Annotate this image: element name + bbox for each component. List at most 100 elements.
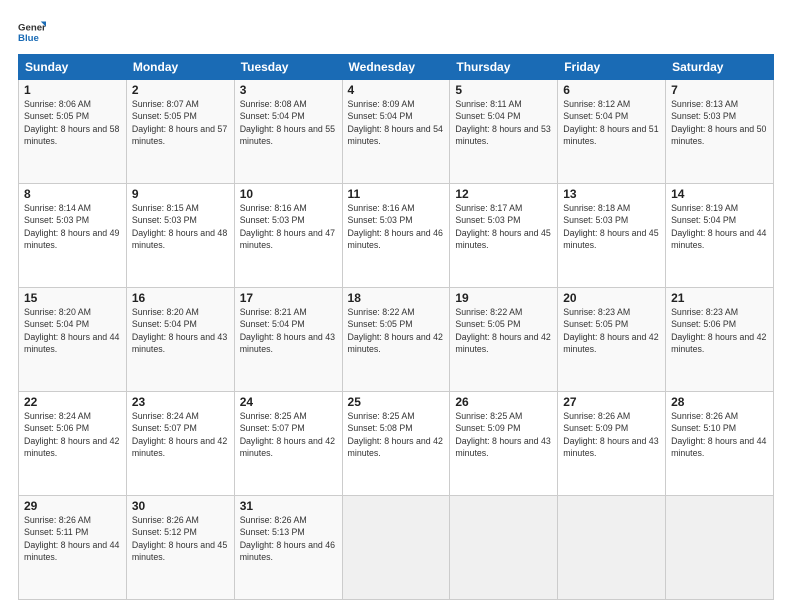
day-number: 19 (455, 291, 552, 305)
weekday-header-thursday: Thursday (450, 55, 558, 80)
calendar-cell: 17 Sunrise: 8:21 AMSunset: 5:04 PMDayligh… (234, 288, 342, 392)
day-info: Sunrise: 8:26 AMSunset: 5:09 PMDaylight:… (563, 411, 658, 458)
calendar-cell: 20 Sunrise: 8:23 AMSunset: 5:05 PMDayligh… (558, 288, 666, 392)
day-info: Sunrise: 8:23 AMSunset: 5:06 PMDaylight:… (671, 307, 766, 354)
calendar-cell: 16 Sunrise: 8:20 AMSunset: 5:04 PMDayligh… (126, 288, 234, 392)
day-number: 17 (240, 291, 337, 305)
day-info: Sunrise: 8:26 AMSunset: 5:11 PMDaylight:… (24, 515, 119, 562)
day-info: Sunrise: 8:24 AMSunset: 5:06 PMDaylight:… (24, 411, 119, 458)
weekday-header-wednesday: Wednesday (342, 55, 450, 80)
day-info: Sunrise: 8:19 AMSunset: 5:04 PMDaylight:… (671, 203, 766, 250)
day-info: Sunrise: 8:08 AMSunset: 5:04 PMDaylight:… (240, 99, 335, 146)
calendar-table: SundayMondayTuesdayWednesdayThursdayFrid… (18, 54, 774, 600)
calendar-cell: 24Sunrise: 8:25 AMSunset: 5:07 PMDayligh… (234, 392, 342, 496)
calendar-cell: 14 Sunrise: 8:19 AMSunset: 5:04 PMDayligh… (666, 184, 774, 288)
calendar-page: General Blue SundayMondayTuesdayWednesda… (0, 0, 792, 612)
day-info: Sunrise: 8:14 AMSunset: 5:03 PMDaylight:… (24, 203, 119, 250)
weekday-header-tuesday: Tuesday (234, 55, 342, 80)
day-info: Sunrise: 8:21 AMSunset: 5:04 PMDaylight:… (240, 307, 335, 354)
day-info: Sunrise: 8:26 AMSunset: 5:12 PMDaylight:… (132, 515, 227, 562)
day-number: 14 (671, 187, 768, 201)
day-info: Sunrise: 8:20 AMSunset: 5:04 PMDaylight:… (132, 307, 227, 354)
day-number: 12 (455, 187, 552, 201)
calendar-cell: 15 Sunrise: 8:20 AMSunset: 5:04 PMDayligh… (19, 288, 127, 392)
calendar-cell: 26 Sunrise: 8:25 AMSunset: 5:09 PMDayligh… (450, 392, 558, 496)
day-number: 6 (563, 83, 660, 97)
day-info: Sunrise: 8:25 AMSunset: 5:09 PMDaylight:… (455, 411, 550, 458)
day-number: 9 (132, 187, 229, 201)
day-number: 20 (563, 291, 660, 305)
calendar-cell: 29 Sunrise: 8:26 AMSunset: 5:11 PMDayligh… (19, 496, 127, 600)
day-info: Sunrise: 8:20 AMSunset: 5:04 PMDaylight:… (24, 307, 119, 354)
day-number: 15 (24, 291, 121, 305)
day-number: 29 (24, 499, 121, 513)
calendar-cell: 31 Sunrise: 8:26 AMSunset: 5:13 PMDayligh… (234, 496, 342, 600)
day-info: Sunrise: 8:26 AMSunset: 5:13 PMDaylight:… (240, 515, 335, 562)
day-number: 18 (348, 291, 445, 305)
day-info: Sunrise: 8:25 AMSunset: 5:07 PMDaylight:… (240, 411, 335, 458)
calendar-cell (450, 496, 558, 600)
header: General Blue (18, 18, 774, 46)
calendar-cell: 5 Sunrise: 8:11 AMSunset: 5:04 PMDaylight… (450, 80, 558, 184)
day-number: 27 (563, 395, 660, 409)
day-info: Sunrise: 8:15 AMSunset: 5:03 PMDaylight:… (132, 203, 227, 250)
day-info: Sunrise: 8:06 AMSunset: 5:05 PMDaylight:… (24, 99, 119, 146)
day-info: Sunrise: 8:11 AMSunset: 5:04 PMDaylight:… (455, 99, 550, 146)
weekday-header-monday: Monday (126, 55, 234, 80)
calendar-cell: 6Sunrise: 8:12 AMSunset: 5:04 PMDaylight… (558, 80, 666, 184)
day-number: 5 (455, 83, 552, 97)
calendar-cell: 11Sunrise: 8:16 AMSunset: 5:03 PMDayligh… (342, 184, 450, 288)
calendar-cell: 7Sunrise: 8:13 AMSunset: 5:03 PMDaylight… (666, 80, 774, 184)
calendar-cell (666, 496, 774, 600)
day-number: 3 (240, 83, 337, 97)
calendar-cell: 12 Sunrise: 8:17 AMSunset: 5:03 PMDayligh… (450, 184, 558, 288)
svg-text:General: General (18, 22, 46, 33)
calendar-week-row: 1 Sunrise: 8:06 AMSunset: 5:05 PMDaylight… (19, 80, 774, 184)
day-info: Sunrise: 8:24 AMSunset: 5:07 PMDaylight:… (132, 411, 227, 458)
calendar-cell: 3 Sunrise: 8:08 AMSunset: 5:04 PMDaylight… (234, 80, 342, 184)
day-number: 30 (132, 499, 229, 513)
day-number: 22 (24, 395, 121, 409)
calendar-cell: 30 Sunrise: 8:26 AMSunset: 5:12 PMDayligh… (126, 496, 234, 600)
day-number: 23 (132, 395, 229, 409)
weekday-header-row: SundayMondayTuesdayWednesdayThursdayFrid… (19, 55, 774, 80)
calendar-week-row: 15 Sunrise: 8:20 AMSunset: 5:04 PMDayligh… (19, 288, 774, 392)
day-info: Sunrise: 8:07 AMSunset: 5:05 PMDaylight:… (132, 99, 227, 146)
calendar-cell: 10Sunrise: 8:16 AMSunset: 5:03 PMDayligh… (234, 184, 342, 288)
calendar-cell (558, 496, 666, 600)
day-info: Sunrise: 8:17 AMSunset: 5:03 PMDaylight:… (455, 203, 550, 250)
day-number: 16 (132, 291, 229, 305)
calendar-cell: 1 Sunrise: 8:06 AMSunset: 5:05 PMDaylight… (19, 80, 127, 184)
day-number: 31 (240, 499, 337, 513)
calendar-week-row: 8 Sunrise: 8:14 AMSunset: 5:03 PMDaylight… (19, 184, 774, 288)
svg-text:Blue: Blue (18, 33, 39, 44)
day-number: 13 (563, 187, 660, 201)
day-number: 28 (671, 395, 768, 409)
day-number: 11 (348, 187, 445, 201)
calendar-cell: 25Sunrise: 8:25 AMSunset: 5:08 PMDayligh… (342, 392, 450, 496)
day-info: Sunrise: 8:23 AMSunset: 5:05 PMDaylight:… (563, 307, 658, 354)
day-info: Sunrise: 8:25 AMSunset: 5:08 PMDaylight:… (348, 411, 443, 458)
calendar-cell: 8 Sunrise: 8:14 AMSunset: 5:03 PMDaylight… (19, 184, 127, 288)
day-info: Sunrise: 8:22 AMSunset: 5:05 PMDaylight:… (455, 307, 550, 354)
day-number: 26 (455, 395, 552, 409)
calendar-cell: 4 Sunrise: 8:09 AMSunset: 5:04 PMDaylight… (342, 80, 450, 184)
calendar-week-row: 22 Sunrise: 8:24 AMSunset: 5:06 PMDayligh… (19, 392, 774, 496)
logo-icon: General Blue (18, 18, 46, 46)
day-number: 21 (671, 291, 768, 305)
calendar-cell: 28Sunrise: 8:26 AMSunset: 5:10 PMDayligh… (666, 392, 774, 496)
calendar-cell: 13Sunrise: 8:18 AMSunset: 5:03 PMDayligh… (558, 184, 666, 288)
day-number: 4 (348, 83, 445, 97)
weekday-header-sunday: Sunday (19, 55, 127, 80)
calendar-cell (342, 496, 450, 600)
calendar-cell: 2 Sunrise: 8:07 AMSunset: 5:05 PMDaylight… (126, 80, 234, 184)
day-number: 8 (24, 187, 121, 201)
day-info: Sunrise: 8:22 AMSunset: 5:05 PMDaylight:… (348, 307, 443, 354)
day-number: 7 (671, 83, 768, 97)
day-number: 1 (24, 83, 121, 97)
weekday-header-saturday: Saturday (666, 55, 774, 80)
calendar-cell: 23 Sunrise: 8:24 AMSunset: 5:07 PMDayligh… (126, 392, 234, 496)
day-number: 2 (132, 83, 229, 97)
day-info: Sunrise: 8:09 AMSunset: 5:04 PMDaylight:… (348, 99, 443, 146)
calendar-cell: 27 Sunrise: 8:26 AMSunset: 5:09 PMDayligh… (558, 392, 666, 496)
